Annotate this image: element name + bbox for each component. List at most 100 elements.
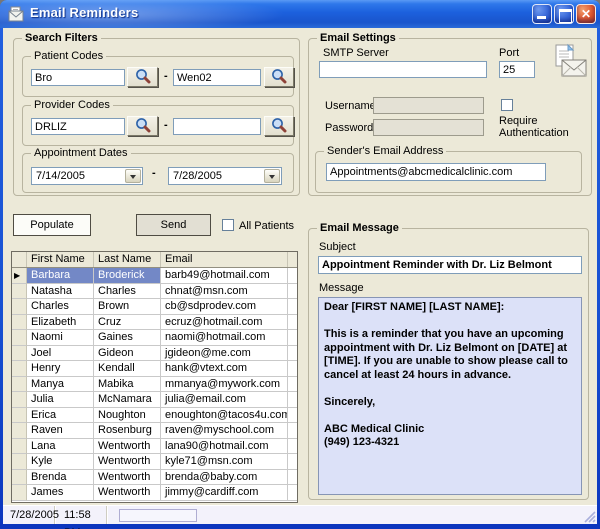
cell-last-name[interactable]: McNamara (94, 392, 161, 408)
cell-last-name[interactable]: Kendall (94, 361, 161, 377)
cell-first-name[interactable]: Charles (27, 299, 94, 315)
patient-code-to-input[interactable] (173, 69, 261, 86)
port-input[interactable] (499, 61, 535, 78)
cell-first-name[interactable]: Natasha (27, 284, 94, 300)
cell-last-name[interactable]: Charles (94, 284, 161, 300)
cell-email[interactable]: jimmy@cardiff.com (161, 485, 288, 501)
cell-last-name[interactable]: Mabika (94, 377, 161, 393)
column-header-last-name[interactable]: Last Name (94, 252, 161, 267)
table-row[interactable]: NatashaCharleschnat@msn.com (12, 284, 297, 300)
populate-button[interactable]: Populate (13, 214, 91, 236)
table-row[interactable]: LanaWentworthlana90@hotmail.com (12, 439, 297, 455)
cell-first-name[interactable]: Barbara (27, 268, 94, 284)
row-selector[interactable] (12, 284, 27, 300)
cell-first-name[interactable]: Erica (27, 408, 94, 424)
cell-last-name[interactable]: Gideon (94, 346, 161, 362)
cell-email[interactable]: raven@myschool.com (161, 423, 288, 439)
username-input[interactable] (373, 97, 484, 114)
table-row[interactable]: ManyaMabikammanya@mywork.com (12, 377, 297, 393)
table-row[interactable]: ElizabethCruzecruz@hotmail.com (12, 315, 297, 331)
cell-email[interactable]: mmanya@mywork.com (161, 377, 288, 393)
provider-code-to-lookup-button[interactable] (264, 116, 294, 136)
row-selector[interactable] (12, 346, 27, 362)
provider-code-to-input[interactable] (173, 118, 261, 135)
table-row[interactable]: BrendaWentworthbrenda@baby.com (12, 470, 297, 486)
row-selector[interactable] (12, 454, 27, 470)
send-button[interactable]: Send (136, 214, 211, 236)
table-row[interactable]: JamesWentworthjimmy@cardiff.com (12, 485, 297, 501)
cell-first-name[interactable]: Naomi (27, 330, 94, 346)
provider-code-from-input[interactable] (31, 118, 125, 135)
subject-input[interactable] (318, 256, 582, 274)
row-selector[interactable] (12, 330, 27, 346)
row-selector[interactable] (12, 377, 27, 393)
resize-grip-icon[interactable] (583, 510, 596, 523)
sender-email-input[interactable] (326, 163, 546, 181)
row-selector[interactable] (12, 299, 27, 315)
table-row[interactable]: KyleWentworthkyle71@msn.com (12, 454, 297, 470)
patient-code-from-input[interactable] (31, 69, 125, 86)
cell-email[interactable]: cb@sdprodev.com (161, 299, 288, 315)
password-input[interactable] (373, 119, 484, 136)
table-row[interactable]: RavenRosenburgraven@myschool.com (12, 423, 297, 439)
row-selector[interactable] (12, 423, 27, 439)
column-header-first-name[interactable]: First Name (27, 252, 94, 267)
table-row[interactable]: NaomiGainesnaomi@hotmail.com (12, 330, 297, 346)
row-selector[interactable] (12, 392, 27, 408)
cell-first-name[interactable]: Julia (27, 392, 94, 408)
table-row[interactable]: JuliaMcNamarajulia@email.com (12, 392, 297, 408)
cell-first-name[interactable]: Kyle (27, 454, 94, 470)
row-selector[interactable] (12, 439, 27, 455)
minimize-button[interactable] (532, 4, 552, 24)
cell-last-name[interactable]: Wentworth (94, 485, 161, 501)
appointment-date-to-picker[interactable]: 7/28/2005 (168, 167, 282, 185)
cell-email[interactable]: ecruz@hotmail.com (161, 315, 288, 331)
patient-grid[interactable]: First Name Last Name Email ▶BarbaraBrode… (11, 251, 298, 503)
cell-last-name[interactable]: Broderick (94, 268, 161, 284)
row-selector[interactable]: ▶ (12, 268, 27, 284)
cell-email[interactable]: jgideon@me.com (161, 346, 288, 362)
cell-last-name[interactable]: Gaines (94, 330, 161, 346)
row-selector[interactable] (12, 361, 27, 377)
smtp-server-input[interactable] (319, 61, 487, 78)
cell-first-name[interactable]: Henry (27, 361, 94, 377)
cell-first-name[interactable]: Lana (27, 439, 94, 455)
cell-first-name[interactable]: Raven (27, 423, 94, 439)
row-selector[interactable] (12, 485, 27, 501)
cell-email[interactable]: kyle71@msn.com (161, 454, 288, 470)
cell-email[interactable]: chnat@msn.com (161, 284, 288, 300)
chevron-down-icon[interactable] (264, 169, 280, 183)
cell-last-name[interactable]: Wentworth (94, 454, 161, 470)
close-button[interactable] (576, 4, 596, 24)
cell-first-name[interactable]: Joel (27, 346, 94, 362)
table-row[interactable]: JoelGideonjgideon@me.com (12, 346, 297, 362)
row-selector[interactable] (12, 470, 27, 486)
provider-code-from-lookup-button[interactable] (127, 116, 158, 136)
table-row[interactable]: HenryKendallhank@vtext.com (12, 361, 297, 377)
appointment-date-from-picker[interactable]: 7/14/2005 (31, 167, 143, 185)
cell-first-name[interactable]: James (27, 485, 94, 501)
all-patients-checkbox[interactable] (222, 219, 234, 231)
title-bar[interactable]: Email Reminders (0, 0, 600, 28)
patient-code-from-lookup-button[interactable] (127, 67, 158, 87)
cell-email[interactable]: enoughton@tacos4u.com (161, 408, 288, 424)
maximize-button[interactable] (554, 4, 574, 24)
table-row[interactable]: CharlesBrowncb@sdprodev.com (12, 299, 297, 315)
cell-last-name[interactable]: Wentworth (94, 439, 161, 455)
cell-first-name[interactable]: Manya (27, 377, 94, 393)
row-selector[interactable] (12, 315, 27, 331)
patient-code-to-lookup-button[interactable] (264, 67, 294, 87)
cell-email[interactable]: hank@vtext.com (161, 361, 288, 377)
table-row[interactable]: ▶BarbaraBroderickbarb49@hotmail.com (12, 268, 297, 284)
cell-last-name[interactable]: Wentworth (94, 470, 161, 486)
cell-first-name[interactable]: Brenda (27, 470, 94, 486)
table-row[interactable]: EricaNoughtonenoughton@tacos4u.com (12, 408, 297, 424)
chevron-down-icon[interactable] (125, 169, 141, 183)
row-selector[interactable] (12, 408, 27, 424)
require-auth-checkbox[interactable] (501, 99, 513, 111)
cell-email[interactable]: brenda@baby.com (161, 470, 288, 486)
cell-email[interactable]: lana90@hotmail.com (161, 439, 288, 455)
column-header-email[interactable]: Email (161, 252, 288, 267)
cell-last-name[interactable]: Cruz (94, 315, 161, 331)
message-textarea[interactable]: Dear [FIRST NAME] [LAST NAME]: This is a… (318, 297, 582, 495)
